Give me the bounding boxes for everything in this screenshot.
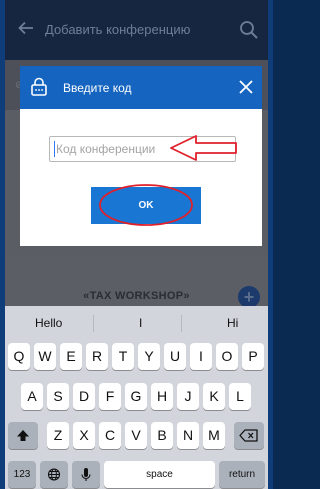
globe-key[interactable] <box>40 461 68 488</box>
back-arrow-icon[interactable] <box>17 19 35 37</box>
key[interactable]: X <box>73 422 95 449</box>
dialog-header: Введите код <box>20 66 262 109</box>
shift-icon <box>17 430 29 441</box>
page-title: Добавить конференцию <box>45 22 191 37</box>
suggestion-item[interactable]: Hi <box>227 316 238 330</box>
key[interactable]: E <box>60 343 82 370</box>
key[interactable]: N <box>177 422 199 449</box>
key[interactable]: F <box>99 383 121 410</box>
shift-key[interactable] <box>8 422 38 449</box>
key[interactable]: W <box>34 343 56 370</box>
device-frame: Добавить конференцию ⊘ «TAX WORKSHOP» + … <box>0 0 273 489</box>
close-icon[interactable] <box>238 79 254 95</box>
divider <box>93 315 94 332</box>
key[interactable]: K <box>203 383 225 410</box>
backspace-key[interactable] <box>234 422 264 449</box>
key[interactable]: R <box>86 343 108 370</box>
key[interactable]: B <box>151 422 173 449</box>
key[interactable]: Q <box>8 343 30 370</box>
key[interactable]: U <box>164 343 186 370</box>
space-key[interactable]: space <box>104 461 215 488</box>
keyboard: Hello I Hi Q W E R T Y U I O P A S D F G… <box>5 306 268 489</box>
dialog-title: Введите код <box>63 81 132 95</box>
key[interactable]: Z <box>47 422 69 449</box>
key[interactable]: J <box>177 383 199 410</box>
key[interactable]: D <box>73 383 95 410</box>
key[interactable]: G <box>125 383 147 410</box>
key[interactable]: O <box>216 343 238 370</box>
microphone-icon <box>81 468 91 481</box>
lock-icon <box>31 77 47 96</box>
key[interactable]: C <box>99 422 121 449</box>
search-icon[interactable] <box>239 20 259 40</box>
key[interactable]: T <box>112 343 134 370</box>
circle-annotation-icon <box>99 184 193 226</box>
return-key[interactable]: return <box>219 461 265 488</box>
key[interactable]: P <box>242 343 264 370</box>
numbers-key[interactable]: 123 <box>8 461 36 488</box>
backspace-icon <box>239 429 258 442</box>
key[interactable]: S <box>47 383 69 410</box>
microphone-key[interactable] <box>72 461 100 488</box>
suggestion-item[interactable]: Hello <box>35 316 62 330</box>
suggestion-bar: Hello I Hi <box>5 306 268 340</box>
key[interactable]: M <box>203 422 225 449</box>
divider <box>181 315 182 332</box>
suggestion-item[interactable]: I <box>139 316 142 330</box>
key[interactable]: H <box>151 383 173 410</box>
text-caret <box>54 141 55 157</box>
key[interactable]: Y <box>138 343 160 370</box>
key[interactable]: L <box>229 383 251 410</box>
globe-icon <box>47 468 61 481</box>
conference-title: «TAX WORKSHOP» <box>83 290 190 302</box>
app-bar: Добавить конференцию <box>5 0 268 60</box>
screen: Добавить конференцию ⊘ «TAX WORKSHOP» + … <box>5 0 268 489</box>
key[interactable]: I <box>190 343 212 370</box>
arrow-annotation-icon <box>170 135 237 161</box>
key[interactable]: V <box>125 422 147 449</box>
enter-code-dialog: Введите код OK <box>20 66 262 246</box>
add-icon[interactable]: + <box>238 286 260 308</box>
key[interactable]: A <box>21 383 43 410</box>
